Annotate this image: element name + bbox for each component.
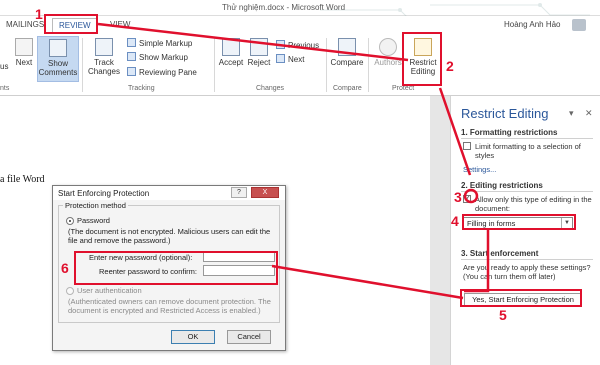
divider <box>461 259 593 260</box>
section-formatting-heading: 1. Formatting restrictions <box>461 128 558 137</box>
reviewing-pane-dropdown[interactable]: Reviewing Pane <box>127 67 197 77</box>
previous-change-button[interactable]: Previous <box>276 40 319 50</box>
group-tracking-label: Tracking <box>128 85 155 92</box>
restrict-editing-pane: Restrict Editing ▾ ✕ 1. Formatting restr… <box>450 96 600 365</box>
group-compare-label: Compare <box>333 85 362 92</box>
user-auth-option-label: User authentication <box>77 286 142 295</box>
markup-icon <box>127 38 136 47</box>
show-comments-label: Show Comments <box>38 59 78 77</box>
ribbon: us Next Show Comments nts Track Changes … <box>0 34 600 96</box>
accept-button[interactable]: Accept <box>217 38 245 67</box>
annotation-box-enforce-button <box>460 289 582 307</box>
next-comment-button[interactable]: Next <box>12 38 36 67</box>
previous-icon <box>276 40 285 49</box>
block-authors-icon <box>379 38 397 56</box>
track-changes-button[interactable]: Track Changes <box>86 38 122 76</box>
allow-only-label: Allow only this type of editing in the d… <box>475 195 592 213</box>
track-changes-label: Track Changes <box>87 58 121 76</box>
previous-label: Previous <box>288 41 320 50</box>
user-name[interactable]: Hoàng Anh Hảo <box>504 20 561 29</box>
tab-view[interactable]: VIEW <box>104 18 136 31</box>
reviewing-pane-icon <box>127 67 136 76</box>
annotation-box-password-fields <box>74 251 278 285</box>
accept-label: Accept <box>218 58 244 67</box>
allow-only-checkbox[interactable] <box>463 194 471 203</box>
section-editing-heading: 2. Editing restrictions <box>461 181 543 190</box>
block-authors-button[interactable]: Authors <box>371 38 405 67</box>
group-divider <box>326 38 327 92</box>
show-markup-label: Show Markup <box>139 53 188 62</box>
annotation-box-restrict-editing <box>402 32 442 86</box>
pane-options-icon[interactable]: ▾ <box>569 108 574 119</box>
settings-link[interactable]: Settings... <box>463 165 496 174</box>
limit-formatting-option[interactable]: Limit formatting to a selection of style… <box>463 142 595 160</box>
annotation-number-6: 6 <box>61 260 69 276</box>
track-changes-icon <box>95 38 113 56</box>
annotation-box-review-tab <box>44 14 98 34</box>
ok-button[interactable]: OK <box>171 330 215 344</box>
annotation-number-2: 2 <box>446 58 454 74</box>
next-label: Next <box>288 55 305 64</box>
block-authors-label: Authors <box>374 58 402 67</box>
group-protect-label: Protect <box>392 85 415 92</box>
annotation-number-4: 4 <box>451 213 459 229</box>
compare-label: Compare <box>330 58 364 67</box>
allow-only-option[interactable]: Allow only this type of editing in the d… <box>463 194 595 213</box>
group-divider <box>82 38 83 92</box>
password-option-label: Password <box>77 216 110 225</box>
next-change-button[interactable]: Next <box>276 54 304 64</box>
document-text: a file Word <box>0 174 45 185</box>
compare-icon <box>338 38 356 56</box>
next-icon <box>276 54 285 63</box>
show-markup-dropdown[interactable]: Show Markup <box>127 52 188 62</box>
annotation-number-5: 5 <box>499 307 507 323</box>
compare-button[interactable]: Compare <box>329 38 365 67</box>
enforcement-prompt: Are you ready to apply these settings? (… <box>463 263 591 281</box>
group-divider <box>368 38 369 92</box>
avatar[interactable] <box>572 19 586 31</box>
reject-label: Reject <box>247 58 271 67</box>
annotation-number-3: 3 <box>454 189 462 205</box>
next-comment-icon <box>15 38 33 56</box>
dialog-close-button[interactable]: X <box>251 187 279 198</box>
user-auth-radio[interactable] <box>66 287 74 295</box>
user-auth-description: (Authenticated owners can remove documen… <box>68 297 271 315</box>
next-comment-label: Next <box>15 58 33 67</box>
show-markup-icon <box>127 52 136 61</box>
group-divider <box>214 38 215 92</box>
reject-icon <box>250 38 268 56</box>
divider <box>461 191 593 192</box>
divider <box>461 138 593 139</box>
group-changes-label: Changes <box>256 85 285 92</box>
reviewing-pane-label: Reviewing Pane <box>139 68 197 77</box>
password-description: (The document is not encrypted. Maliciou… <box>68 227 271 245</box>
annotation-box-editing-type <box>462 214 576 230</box>
annotation-number-1: 1 <box>35 6 43 22</box>
dialog-title-bar: Start Enforcing Protection ? X <box>53 186 285 200</box>
group-comments-label: nts <box>0 85 10 92</box>
show-comments-icon <box>49 39 67 57</box>
password-radio[interactable] <box>66 217 74 225</box>
reject-button[interactable]: Reject <box>246 38 272 67</box>
close-icon[interactable]: ✕ <box>585 108 593 119</box>
section-enforcement-heading: 3. Start enforcement <box>461 249 539 258</box>
simple-markup-label: Simple Markup <box>139 39 193 48</box>
accept-icon <box>222 38 240 56</box>
previous-comment-button[interactable]: us <box>0 62 8 71</box>
limit-formatting-checkbox[interactable] <box>463 142 471 150</box>
limit-formatting-label: Limit formatting to a selection of style… <box>475 142 581 160</box>
display-for-review-dropdown[interactable]: Simple Markup <box>127 38 192 48</box>
cancel-button[interactable]: Cancel <box>227 330 271 344</box>
protection-method-label: Protection method <box>63 201 128 210</box>
pane-title: Restrict Editing <box>461 106 549 121</box>
help-button[interactable]: ? <box>231 187 247 198</box>
dialog-title: Start Enforcing Protection <box>58 189 150 198</box>
show-comments-button[interactable]: Show Comments <box>37 36 79 82</box>
